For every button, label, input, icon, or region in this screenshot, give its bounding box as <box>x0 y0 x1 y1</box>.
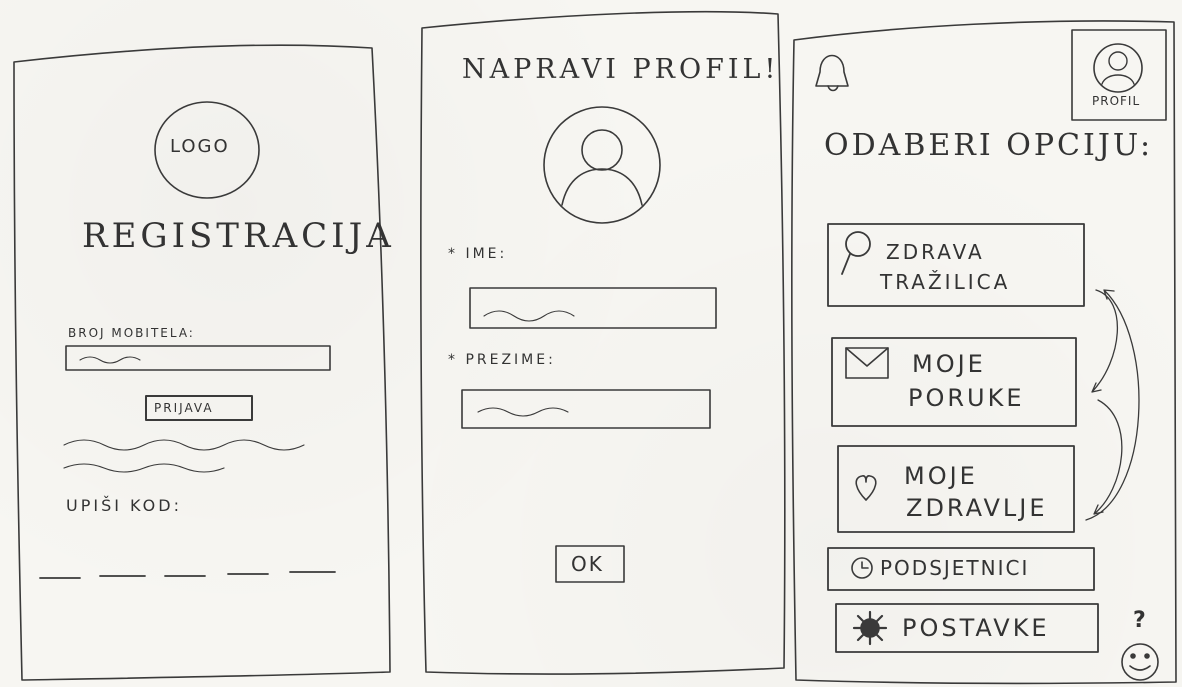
first-name-input[interactable] <box>469 287 717 329</box>
menu-poruke-line1[interactable]: MOJE <box>912 350 986 378</box>
profile-icon-body <box>1101 74 1135 85</box>
flow-arrow-3 <box>1085 289 1140 521</box>
phone-input-squiggle <box>79 356 141 364</box>
last-name-label: * PREZIME: <box>448 352 556 368</box>
menu-podsjetnici[interactable]: PODSJETNICI <box>880 556 1029 580</box>
wavy-line-1 <box>63 439 305 451</box>
menu-postavke[interactable]: POSTAVKE <box>902 614 1050 642</box>
magnifier-icon <box>841 231 871 275</box>
envelope-icon <box>845 347 889 379</box>
first-name-squiggle <box>483 310 575 322</box>
last-name-squiggle <box>477 407 569 417</box>
phone-label: BROJ MOBITELA: <box>68 326 195 340</box>
bell-icon <box>815 54 849 92</box>
profile-avatar-circle <box>543 106 661 224</box>
menu-zdravlje-line2[interactable]: ZDRAVLJE <box>906 494 1048 522</box>
heart-icon <box>855 475 877 501</box>
wireframe-sketch <box>13 10 1177 685</box>
registration-title: REGISTRACIJA <box>82 216 395 256</box>
create-profile-title: NAPRAVI PROFIL! <box>462 54 780 85</box>
code-label: UPIŠI KOD: <box>66 496 182 515</box>
smiley-help-icon <box>1121 643 1159 681</box>
menu-poruke-line2[interactable]: PORUKE <box>908 384 1025 412</box>
menu-zdravlje-line1[interactable]: MOJE <box>904 462 978 490</box>
first-name-label: * IME: <box>448 246 508 262</box>
clock-icon <box>851 557 873 579</box>
flow-arrow-2 <box>1093 399 1123 515</box>
help-question-mark[interactable]: ? <box>1133 608 1146 633</box>
flow-arrow-1 <box>1091 289 1118 393</box>
profile-label[interactable]: PROFIL <box>1092 94 1140 108</box>
profile-icon-circle <box>1093 43 1143 93</box>
ok-button[interactable]: OK <box>571 552 604 576</box>
choose-option-heading: ODABERI OPCIJU: <box>824 128 1154 163</box>
profile-avatar-body <box>561 168 643 206</box>
prijava-button[interactable]: PRIJAVA <box>154 401 214 415</box>
wavy-line-2 <box>63 463 225 473</box>
profile-icon-head <box>1108 51 1128 71</box>
menu-zdrava-line1[interactable]: ZDRAVA <box>886 240 985 264</box>
phone-input[interactable] <box>65 345 331 371</box>
gear-icon <box>852 610 888 646</box>
code-input-dashes <box>39 571 336 579</box>
menu-zdrava-line2[interactable]: TRAŽILICA <box>880 270 1010 294</box>
profile-avatar-head <box>581 129 623 171</box>
logo-label: LOGO <box>170 136 230 157</box>
